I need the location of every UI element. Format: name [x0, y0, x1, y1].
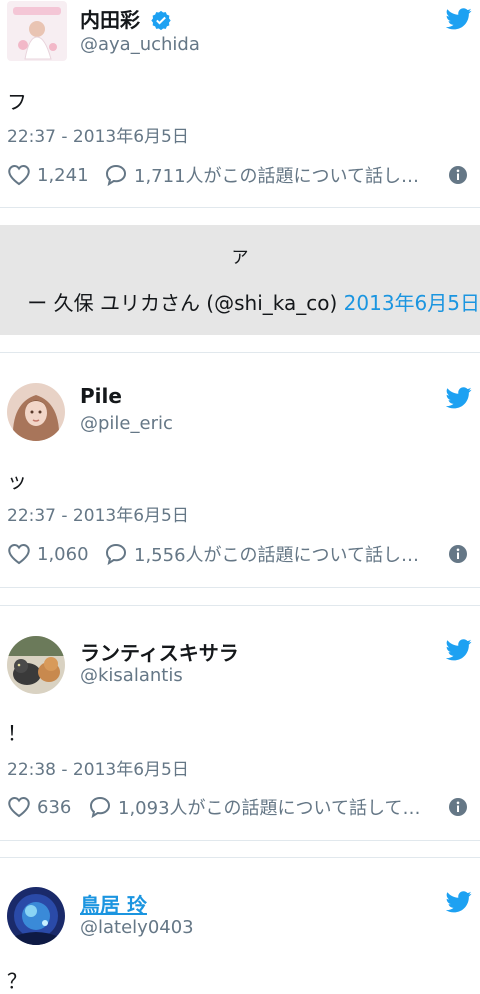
tweet-timestamp[interactable]: 22:37 - 2013年6月5日	[7, 122, 189, 147]
avatar[interactable]	[7, 383, 65, 441]
user-handle[interactable]: @lately0403	[80, 917, 194, 938]
display-name[interactable]: ランティスキサラ	[80, 637, 239, 666]
heart-icon	[7, 542, 31, 566]
tweet-text: ？	[7, 969, 27, 993]
conversation-count: 1,556人がこの話題について話し…	[134, 545, 419, 566]
twitter-bird-icon[interactable]	[446, 891, 472, 913]
embed-author: ー 久保 ユリカさん (@shi_ka_co)	[27, 291, 344, 315]
twitter-bird-icon[interactable]	[446, 8, 472, 30]
conversation-link[interactable]: 1,093人がこの話題について話して…	[88, 792, 420, 822]
user-handle[interactable]: @pile_eric	[80, 413, 173, 434]
tweet-timestamp[interactable]: 22:37 - 2013年6月5日	[7, 501, 189, 526]
user-handle[interactable]: @aya_uchida	[80, 34, 200, 55]
display-name[interactable]: Pile	[80, 384, 122, 408]
twitter-bird-icon[interactable]	[446, 387, 472, 409]
like-button[interactable]: 1,060	[7, 539, 89, 569]
tweet-actions: 1,060 1,556人がこの話題について話し…	[0, 539, 480, 569]
embedded-tweet-fallback: ア ー 久保 ユリカさん (@shi_ka_co) 2013年6月5日	[0, 225, 480, 335]
divider	[0, 605, 480, 606]
divider	[0, 840, 480, 841]
reply-bubble-icon	[104, 542, 128, 566]
verified-badge-icon	[151, 10, 171, 31]
embed-date-link[interactable]: 2013年6月5日	[344, 291, 480, 315]
divider	[0, 857, 480, 858]
heart-icon	[7, 163, 31, 187]
conversation-link[interactable]: 1,711人がこの話題について話し…	[104, 160, 419, 190]
divider	[0, 587, 480, 588]
divider	[0, 207, 480, 208]
reply-bubble-icon	[88, 795, 112, 819]
display-name[interactable]: 鳥居 玲	[80, 889, 147, 918]
conversation-count: 1,093人がこの話題について話して…	[118, 798, 421, 819]
like-count: 1,060	[37, 543, 89, 565]
tweet-card: 鳥居 玲 @lately0403 ？	[0, 857, 480, 993]
tweet-actions: 1,241 1,711人がこの話題について話し…	[0, 160, 480, 190]
reply-bubble-icon	[104, 163, 128, 187]
conversation-link[interactable]: 1,556人がこの話題について話し…	[104, 539, 419, 569]
info-icon[interactable]	[448, 165, 468, 185]
tweet-text: フ	[7, 90, 27, 114]
tweet-card: ランティスキサラ @kisalantis ！ 22:38 - 2013年6月5日…	[0, 605, 480, 840]
avatar[interactable]	[7, 636, 65, 694]
tweet-text: ッ	[7, 469, 27, 493]
embed-text: ア	[231, 248, 249, 268]
tweet-card: 内田彩 @aya_uchida フ 22:37 - 2013年6月5日 1,24…	[0, 0, 480, 208]
display-name[interactable]: 内田彩	[80, 4, 171, 33]
like-count: 1,241	[37, 164, 89, 186]
tweet-card: Pile @pile_eric ッ 22:37 - 2013年6月5日 1,06…	[0, 353, 480, 587]
twitter-bird-icon[interactable]	[446, 639, 472, 661]
user-handle[interactable]: @kisalantis	[80, 665, 183, 686]
avatar[interactable]	[7, 887, 65, 945]
info-icon[interactable]	[448, 797, 468, 817]
heart-icon	[7, 795, 31, 819]
tweet-text: ！	[7, 721, 27, 745]
like-count: 636	[37, 796, 72, 818]
like-button[interactable]: 1,241	[7, 160, 89, 190]
conversation-count: 1,711人がこの話題について話し…	[134, 166, 419, 187]
embed-author-line: ー 久保 ユリカさん (@shi_ka_co) 2013年6月5日	[27, 287, 480, 316]
avatar[interactable]	[7, 1, 67, 61]
info-icon[interactable]	[448, 544, 468, 564]
tweet-timestamp[interactable]: 22:38 - 2013年6月5日	[7, 755, 189, 780]
like-button[interactable]: 636	[7, 792, 71, 822]
tweet-actions: 636 1,093人がこの話題について話して…	[0, 792, 480, 822]
